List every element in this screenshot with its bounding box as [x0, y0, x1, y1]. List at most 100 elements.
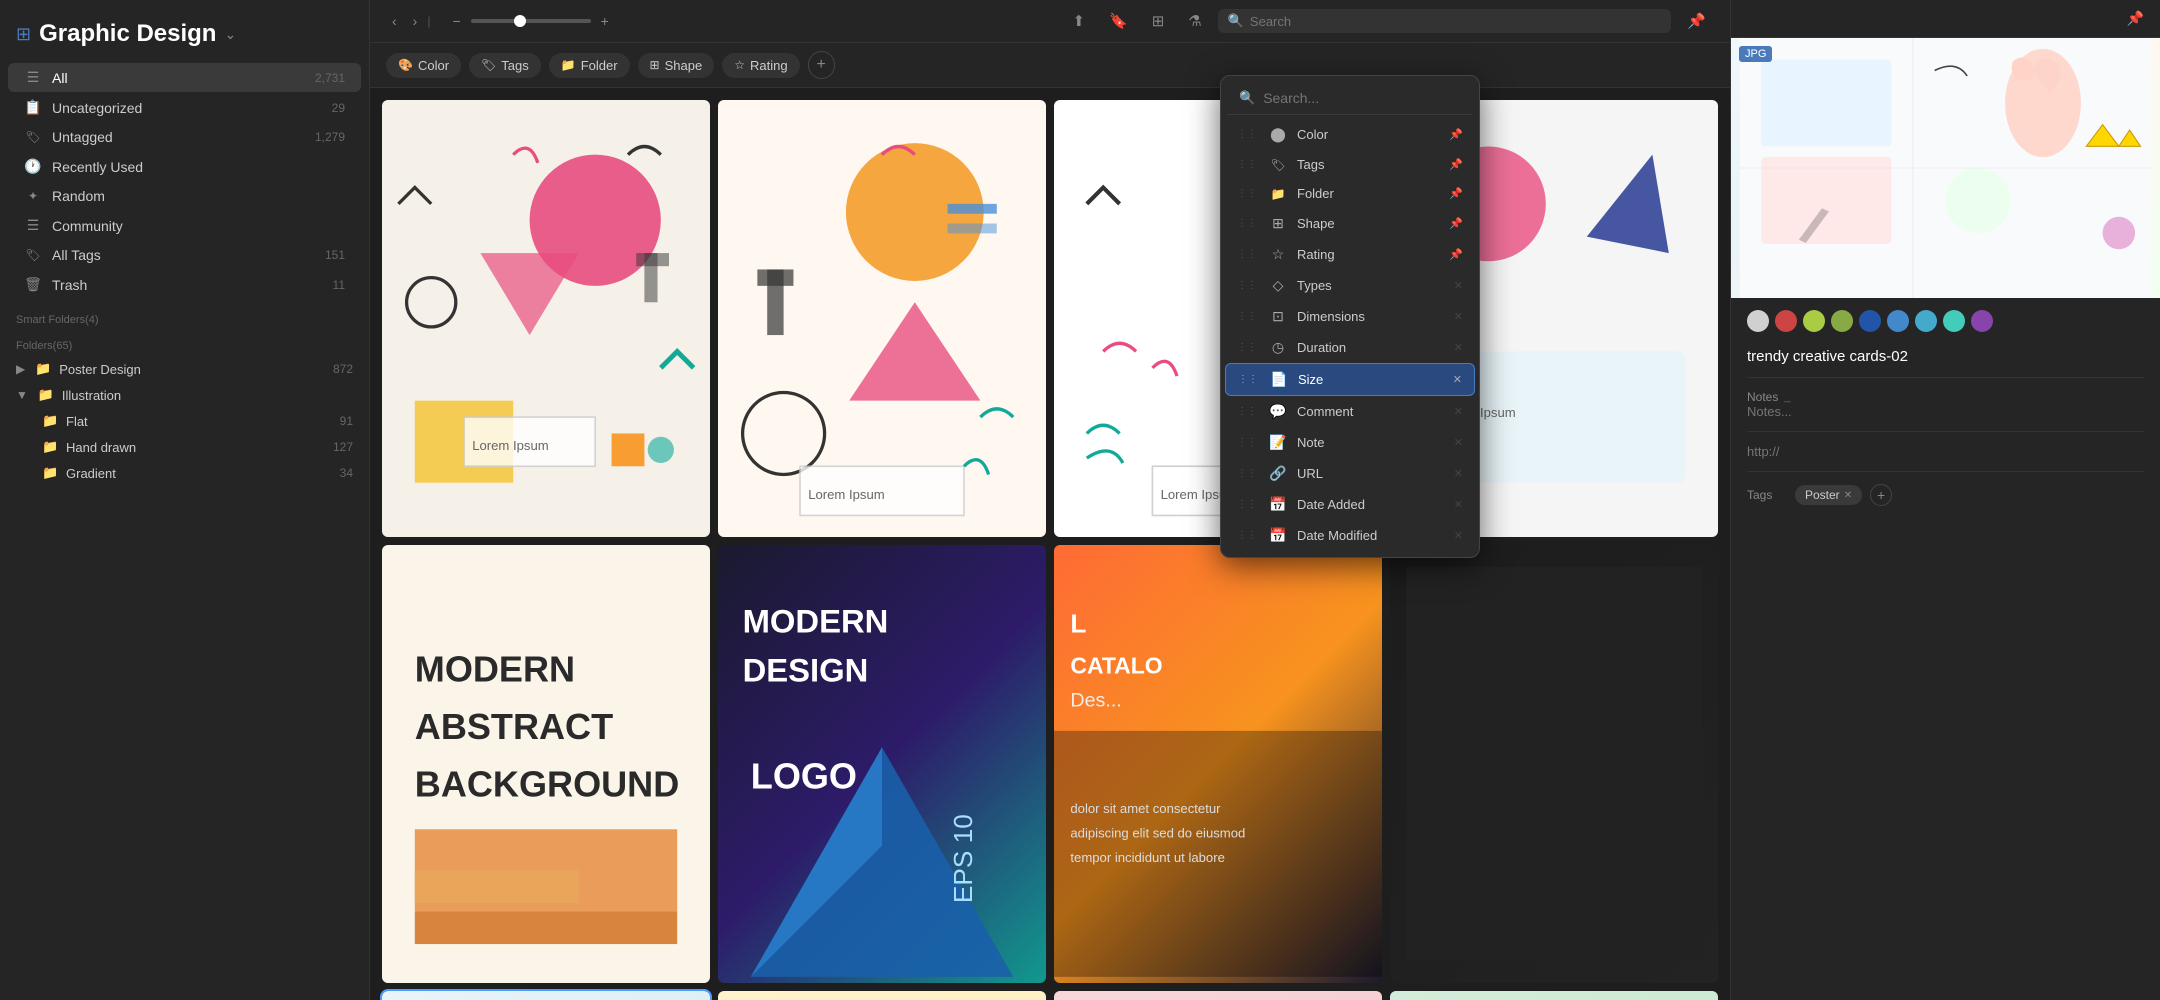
unpin-date-modified-icon[interactable]: ✕ — [1454, 529, 1463, 542]
dropdown-item-date-modified[interactable]: ⋮⋮ 📅 Date Modified ✕ — [1225, 520, 1475, 551]
swatch-3[interactable] — [1831, 310, 1853, 332]
sidebar-item-all-tags[interactable]: 🏷 All Tags 151 — [8, 241, 361, 269]
dropdown-item-rating[interactable]: ⋮⋮ ☆ Rating 📌 — [1225, 239, 1475, 270]
swatch-5[interactable] — [1887, 310, 1909, 332]
grid-item-10[interactable]: LOREM IPSUM — [718, 991, 1046, 1000]
sidebar-item-untagged[interactable]: 🏷 Untagged 1,279 — [8, 123, 361, 151]
swatch-4[interactable] — [1859, 310, 1881, 332]
notes-section: Notes _ — [1731, 382, 2160, 427]
grid-item-1[interactable]: Lorem Ipsum — [382, 100, 710, 537]
unpin-types-icon[interactable]: ✕ — [1454, 279, 1463, 292]
subfolder-flat[interactable]: 📁 Flat 91 — [0, 408, 369, 434]
svg-text:Lorem Ipsum: Lorem Ipsum — [808, 487, 885, 502]
folder-illustration-icon: 📁 — [38, 387, 54, 403]
subfolder-hand-drawn[interactable]: 📁 Hand drawn 127 — [0, 434, 369, 460]
dropdown-item-comment[interactable]: ⋮⋮ 💬 Comment ✕ — [1225, 396, 1475, 427]
dropdown-item-date-added[interactable]: ⋮⋮ 📅 Date Added ✕ — [1225, 489, 1475, 520]
unpin-dimensions-icon[interactable]: ✕ — [1454, 310, 1463, 323]
zoom-minus-button[interactable]: − — [446, 9, 466, 33]
dropdown-item-tags[interactable]: ⋮⋮ 🏷 Tags 📌 — [1225, 150, 1475, 179]
filter-shape-button[interactable]: ⊞ Shape — [638, 53, 715, 78]
unpin-url-icon[interactable]: ✕ — [1454, 467, 1463, 480]
filter-color-button[interactable]: 🎨 Color — [386, 53, 461, 78]
filter-color-icon: 🎨 — [398, 58, 413, 72]
grid-item-2[interactable]: Lorem Ipsum — [718, 100, 1046, 537]
recently-used-icon: 🕐 — [24, 158, 42, 175]
dropdown-item-size[interactable]: ⋮⋮ 📄 Size ✕ — [1225, 363, 1475, 396]
pin-rating-icon[interactable]: 📌 — [1449, 248, 1463, 261]
zoom-plus-button[interactable]: + — [595, 9, 615, 33]
sidebar-item-community[interactable]: ☰ Community — [8, 211, 361, 240]
tag-add-button[interactable]: + — [1870, 484, 1892, 506]
search-input[interactable] — [1250, 14, 1661, 29]
dropdown-item-folder[interactable]: ⋮⋮ 📁 Folder 📌 — [1225, 179, 1475, 208]
grid-item-11[interactable]: LOREM IPSUM — [1054, 991, 1382, 1000]
drag-handle-comment: ⋮⋮ — [1237, 406, 1257, 417]
layout-button[interactable]: ⊞ — [1144, 8, 1173, 34]
all-icon: ☰ — [24, 69, 42, 86]
pin-tags-icon[interactable]: 📌 — [1449, 158, 1463, 171]
dropdown-item-note[interactable]: ⋮⋮ 📝 Note ✕ — [1225, 427, 1475, 458]
grid-item-12[interactable] — [1390, 991, 1718, 1000]
bookmark-button[interactable]: 🔖 — [1101, 8, 1136, 34]
filter-add-button[interactable]: + — [808, 51, 835, 79]
dropdown-item-color[interactable]: ⋮⋮ ⬤ Color 📌 — [1225, 119, 1475, 150]
topbar: ‹ › | − + ⬆ 🔖 ⊞ ⚗ 🔍 📌 — [370, 0, 1730, 43]
swatch-7[interactable] — [1943, 310, 1965, 332]
unpin-comment-icon[interactable]: ✕ — [1454, 405, 1463, 418]
nav-forward-button[interactable]: › — [407, 9, 424, 33]
swatch-2[interactable] — [1803, 310, 1825, 332]
pin-folder-icon[interactable]: 📌 — [1449, 187, 1463, 200]
tag-remove-poster[interactable]: ✕ — [1844, 490, 1852, 501]
grid-item-7[interactable]: L CATALO Des... dolor sit amet consectet… — [1054, 545, 1382, 982]
filter-button[interactable]: ⚗ — [1180, 8, 1209, 34]
dropdown-item-dimensions[interactable]: ⋮⋮ ⊡ Dimensions ✕ — [1225, 301, 1475, 332]
filter-folder-button[interactable]: 📁 Folder — [549, 53, 630, 78]
share-button[interactable]: ⬆ — [1064, 8, 1093, 34]
tag-chip-poster[interactable]: Poster ✕ — [1795, 485, 1862, 505]
swatch-0[interactable] — [1747, 310, 1769, 332]
dropdown-search-input[interactable] — [1263, 90, 1461, 106]
folder-poster-design[interactable]: ▶ 📁 Poster Design 872 — [0, 356, 369, 382]
pin-topbar-button[interactable]: 📌 — [1679, 8, 1714, 34]
pin-color-icon[interactable]: 📌 — [1449, 128, 1463, 141]
sidebar-nav-section: ☰ All 2,731 📋 Uncategorized 29 🏷 Untagge… — [0, 58, 369, 304]
filter-bar: 🎨 Color 🏷 Tags 📁 Folder ⊞ Shape ☆ Rating… — [370, 43, 1730, 88]
sidebar-item-random[interactable]: ✦ Random — [8, 182, 361, 210]
filter-rating-button[interactable]: ☆ Rating — [722, 53, 799, 78]
main-content: ‹ › | − + ⬆ 🔖 ⊞ ⚗ 🔍 📌 🎨 Color 🏷 Tags — [370, 0, 1730, 1000]
dropdown-item-url[interactable]: ⋮⋮ 🔗 URL ✕ — [1225, 458, 1475, 489]
sidebar-item-recently-used[interactable]: 🕐 Recently Used — [8, 152, 361, 181]
swatch-1[interactable] — [1775, 310, 1797, 332]
grid-item-6[interactable]: MODERN DESIGN LOGO EPS 10 — [718, 545, 1046, 982]
sidebar-item-trash[interactable]: 🗑 Trash 11 — [8, 270, 361, 299]
subfolder-gradient[interactable]: 📁 Gradient 34 — [0, 460, 369, 486]
pin-shape-icon[interactable]: 📌 — [1449, 217, 1463, 230]
panel-pin-button[interactable]: 📌 — [2127, 10, 2144, 27]
filter-tags-button[interactable]: 🏷 Tags — [469, 53, 541, 78]
swatch-8[interactable] — [1971, 310, 1993, 332]
unpin-date-added-icon[interactable]: ✕ — [1454, 498, 1463, 511]
swatch-6[interactable] — [1915, 310, 1937, 332]
url-input[interactable] — [1747, 444, 2144, 459]
dropdown-item-duration[interactable]: ⋮⋮ ◷ Duration ✕ — [1225, 332, 1475, 363]
folder-expand-icon: ▼ — [16, 388, 28, 402]
dropdown-item-shape[interactable]: ⋮⋮ ⊞ Shape 📌 — [1225, 208, 1475, 239]
sidebar-item-uncategorized[interactable]: 📋 Uncategorized 29 — [8, 93, 361, 122]
image-grid-area: Lorem Ipsum — [370, 88, 1730, 1000]
sidebar-item-all[interactable]: ☰ All 2,731 — [8, 63, 361, 92]
notes-underscore: _ — [1784, 391, 1790, 403]
dropdown-item-types[interactable]: ⋮⋮ ◇ Types ✕ — [1225, 270, 1475, 301]
notes-input[interactable] — [1747, 404, 2144, 419]
folder-illustration[interactable]: ▼ 📁 Illustration — [0, 382, 369, 408]
svg-text:MODERN: MODERN — [743, 603, 889, 640]
unpin-duration-icon[interactable]: ✕ — [1454, 341, 1463, 354]
sidebar-chevron-icon[interactable]: ⌄ — [224, 26, 236, 43]
grid-item-8[interactable] — [1390, 545, 1718, 982]
nav-back-button[interactable]: ‹ — [386, 9, 403, 33]
unpin-note-icon[interactable]: ✕ — [1454, 436, 1463, 449]
grid-item-5[interactable]: MODERN ABSTRACT BACKGROUND — [382, 545, 710, 982]
unpin-size-icon[interactable]: ✕ — [1453, 373, 1462, 386]
zoom-slider[interactable] — [471, 19, 591, 23]
grid-item-9[interactable] — [382, 991, 710, 1000]
